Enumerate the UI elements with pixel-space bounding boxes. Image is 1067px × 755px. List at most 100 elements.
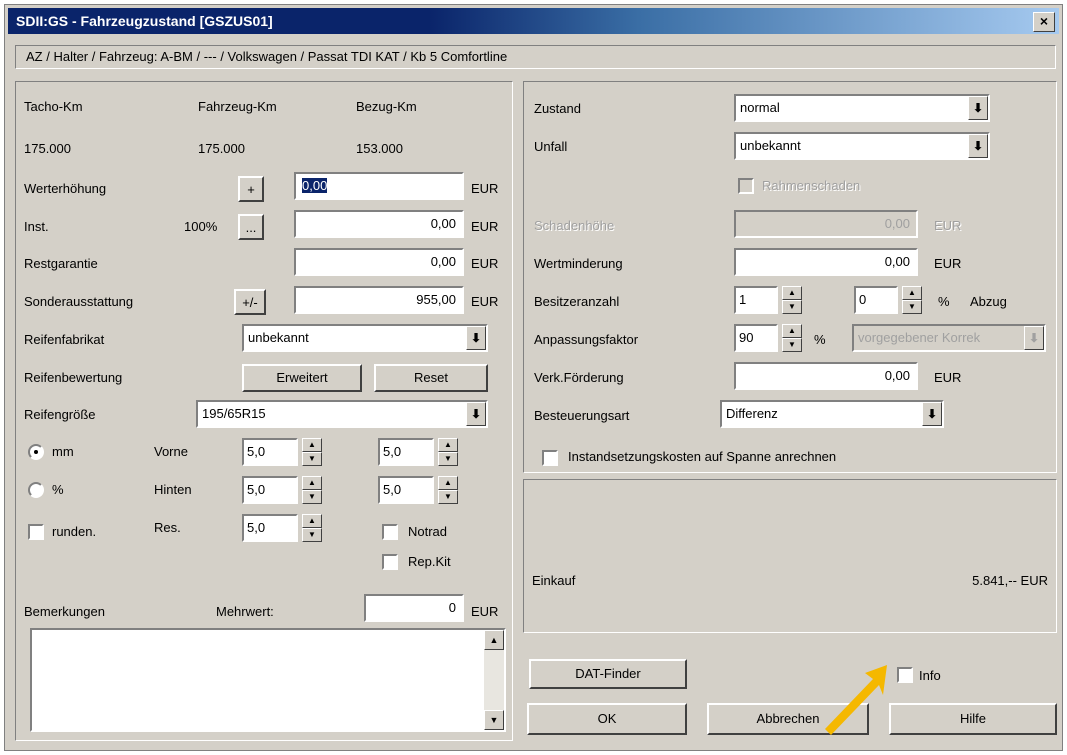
anpassungsfaktor-value: 90	[739, 330, 754, 345]
chevron-down-icon[interactable]: ⬇	[968, 134, 988, 158]
reifenfabrikat-value: unbekannt	[248, 330, 309, 345]
chevron-down-icon[interactable]: ⬇	[1024, 326, 1044, 350]
spin-down-icon[interactable]: ▼	[302, 452, 322, 466]
restgarantie-label: Restgarantie	[24, 256, 98, 271]
werterhoehung-label: Werterhöhung	[24, 181, 107, 196]
spin-down-icon[interactable]: ▼	[302, 528, 322, 542]
korrektur-select[interactable]: vorgegebener Korrek ⬇	[852, 324, 1046, 352]
dat-finder-button[interactable]: DAT-Finder	[529, 659, 687, 689]
chevron-down-icon[interactable]: ⬇	[922, 402, 942, 426]
chevron-down-icon[interactable]: ⬇	[466, 402, 486, 426]
wertminderung-input[interactable]: 0,00	[734, 248, 918, 276]
hinten-right-input[interactable]: 5,0	[378, 476, 434, 504]
reifenfabrikat-select[interactable]: unbekannt ⬇	[242, 324, 488, 352]
vorne-right-value: 5,0	[383, 444, 402, 459]
schadenhoehe-unit: EUR	[934, 218, 962, 233]
radio-percent[interactable]	[28, 482, 44, 498]
anpassungsfaktor-percent: %	[814, 332, 826, 347]
mm-label: mm	[52, 444, 74, 459]
anpassungsfaktor-input[interactable]: 90	[734, 324, 778, 352]
bemerkungen-label: Bemerkungen	[24, 604, 105, 619]
title-bar: SDII:GS - Fahrzeugzustand [GSZUS01] ×	[8, 8, 1059, 34]
res-spinner[interactable]: ▲ ▼	[302, 514, 322, 542]
spin-up-icon[interactable]: ▲	[302, 438, 322, 452]
besitzeranzahl-input[interactable]: 1	[734, 286, 778, 314]
vorne-right-spinner[interactable]: ▲ ▼	[438, 438, 458, 466]
hinten-left-spinner[interactable]: ▲ ▼	[302, 476, 322, 504]
anpassungsfaktor-spinner[interactable]: ▲ ▼	[782, 324, 802, 352]
besitzeranzahl-label: Besitzeranzahl	[534, 294, 620, 309]
vorne-left-value: 5,0	[247, 444, 266, 459]
abzug-spinner[interactable]: ▲ ▼	[902, 286, 922, 314]
res-input[interactable]: 5,0	[242, 514, 298, 542]
abzug-input[interactable]: 0	[854, 286, 898, 314]
close-button[interactable]: ×	[1033, 12, 1055, 32]
res-value: 5,0	[247, 520, 266, 535]
spin-down-icon[interactable]: ▼	[782, 300, 802, 314]
bemerkungen-textarea[interactable]: ▲ ▼	[30, 628, 506, 732]
spin-up-icon[interactable]: ▲	[782, 324, 802, 338]
spin-up-icon[interactable]: ▲	[302, 514, 322, 528]
hinten-left-input[interactable]: 5,0	[242, 476, 298, 504]
zustand-select[interactable]: normal ⬇	[734, 94, 990, 122]
spin-down-icon[interactable]: ▼	[302, 490, 322, 504]
zustand-label: Zustand	[534, 101, 581, 116]
mehrwert-input[interactable]: 0	[364, 594, 464, 622]
inst-input[interactable]: 0,00	[294, 210, 464, 238]
repkit-checkbox[interactable]	[382, 554, 398, 570]
besitzeranzahl-spinner[interactable]: ▲ ▼	[782, 286, 802, 314]
notrad-checkbox[interactable]	[382, 524, 398, 540]
besteuerungsart-value: Differenz	[726, 406, 778, 421]
spin-up-icon[interactable]: ▲	[438, 476, 458, 490]
right-panel-einkauf: Einkauf 5.841,-- EUR	[523, 479, 1057, 633]
unfall-label: Unfall	[534, 139, 568, 154]
erweitert-button[interactable]: Erweitert	[242, 364, 362, 392]
hilfe-button[interactable]: Hilfe	[889, 703, 1057, 735]
spin-down-icon[interactable]: ▼	[438, 452, 458, 466]
sonderausstattung-button[interactable]: +/-	[234, 289, 266, 315]
ok-button[interactable]: OK	[527, 703, 687, 735]
runden-checkbox[interactable]	[28, 524, 44, 540]
schadenhoehe-input[interactable]: 0,00	[734, 210, 918, 238]
instandsetzung-checkbox[interactable]	[542, 450, 558, 466]
unfall-value: unbekannt	[740, 138, 801, 153]
chevron-down-icon[interactable]: ⬇	[968, 96, 988, 120]
spin-down-icon[interactable]: ▼	[438, 490, 458, 504]
werterhoehung-input[interactable]: 0,00	[294, 172, 464, 200]
spin-up-icon[interactable]: ▲	[438, 438, 458, 452]
spin-up-icon[interactable]: ▲	[782, 286, 802, 300]
info-checkbox[interactable]	[897, 667, 913, 683]
spin-down-icon[interactable]: ▼	[902, 300, 922, 314]
reset-button[interactable]: Reset	[374, 364, 488, 392]
verk-foerderung-input[interactable]: 0,00	[734, 362, 918, 390]
km-header-bezug: Bezug-Km	[356, 99, 417, 114]
scroll-down-icon[interactable]: ▼	[484, 710, 504, 730]
abzug-label: Abzug	[970, 294, 1007, 309]
restgarantie-input[interactable]: 0,00	[294, 248, 464, 276]
km-header-tacho: Tacho-Km	[24, 99, 83, 114]
spin-down-icon[interactable]: ▼	[782, 338, 802, 352]
werterhoehung-add-button[interactable]: +	[238, 176, 264, 202]
reifengroesse-select[interactable]: 195/65R15 ⬇	[196, 400, 488, 428]
chevron-down-icon[interactable]: ⬇	[466, 326, 486, 350]
hinten-right-spinner[interactable]: ▲ ▼	[438, 476, 458, 504]
besteuerungsart-select[interactable]: Differenz ⬇	[720, 400, 944, 428]
vorne-right-input[interactable]: 5,0	[378, 438, 434, 466]
annotation-arrow-icon	[825, 665, 887, 735]
inst-more-button[interactable]: ...	[238, 214, 264, 240]
unfall-select[interactable]: unbekannt ⬇	[734, 132, 990, 160]
radio-mm[interactable]	[28, 444, 44, 460]
spin-up-icon[interactable]: ▲	[902, 286, 922, 300]
spin-up-icon[interactable]: ▲	[302, 476, 322, 490]
breadcrumb: AZ / Halter / Fahrzeug: A-BM / --- / Vol…	[15, 45, 1056, 69]
sonderausstattung-label: Sonderausstattung	[24, 294, 134, 309]
scroll-up-icon[interactable]: ▲	[484, 630, 504, 650]
bemerkungen-scrollbar[interactable]: ▲ ▼	[484, 630, 504, 730]
sonderausstattung-input[interactable]: 955,00	[294, 286, 464, 314]
abzug-value: 0	[859, 292, 867, 307]
vorne-left-spinner[interactable]: ▲ ▼	[302, 438, 322, 466]
besitzeranzahl-value: 1	[739, 292, 747, 307]
rahmenschaden-checkbox[interactable]	[738, 178, 754, 194]
vorne-left-input[interactable]: 5,0	[242, 438, 298, 466]
abzug-percent: %	[938, 294, 950, 309]
